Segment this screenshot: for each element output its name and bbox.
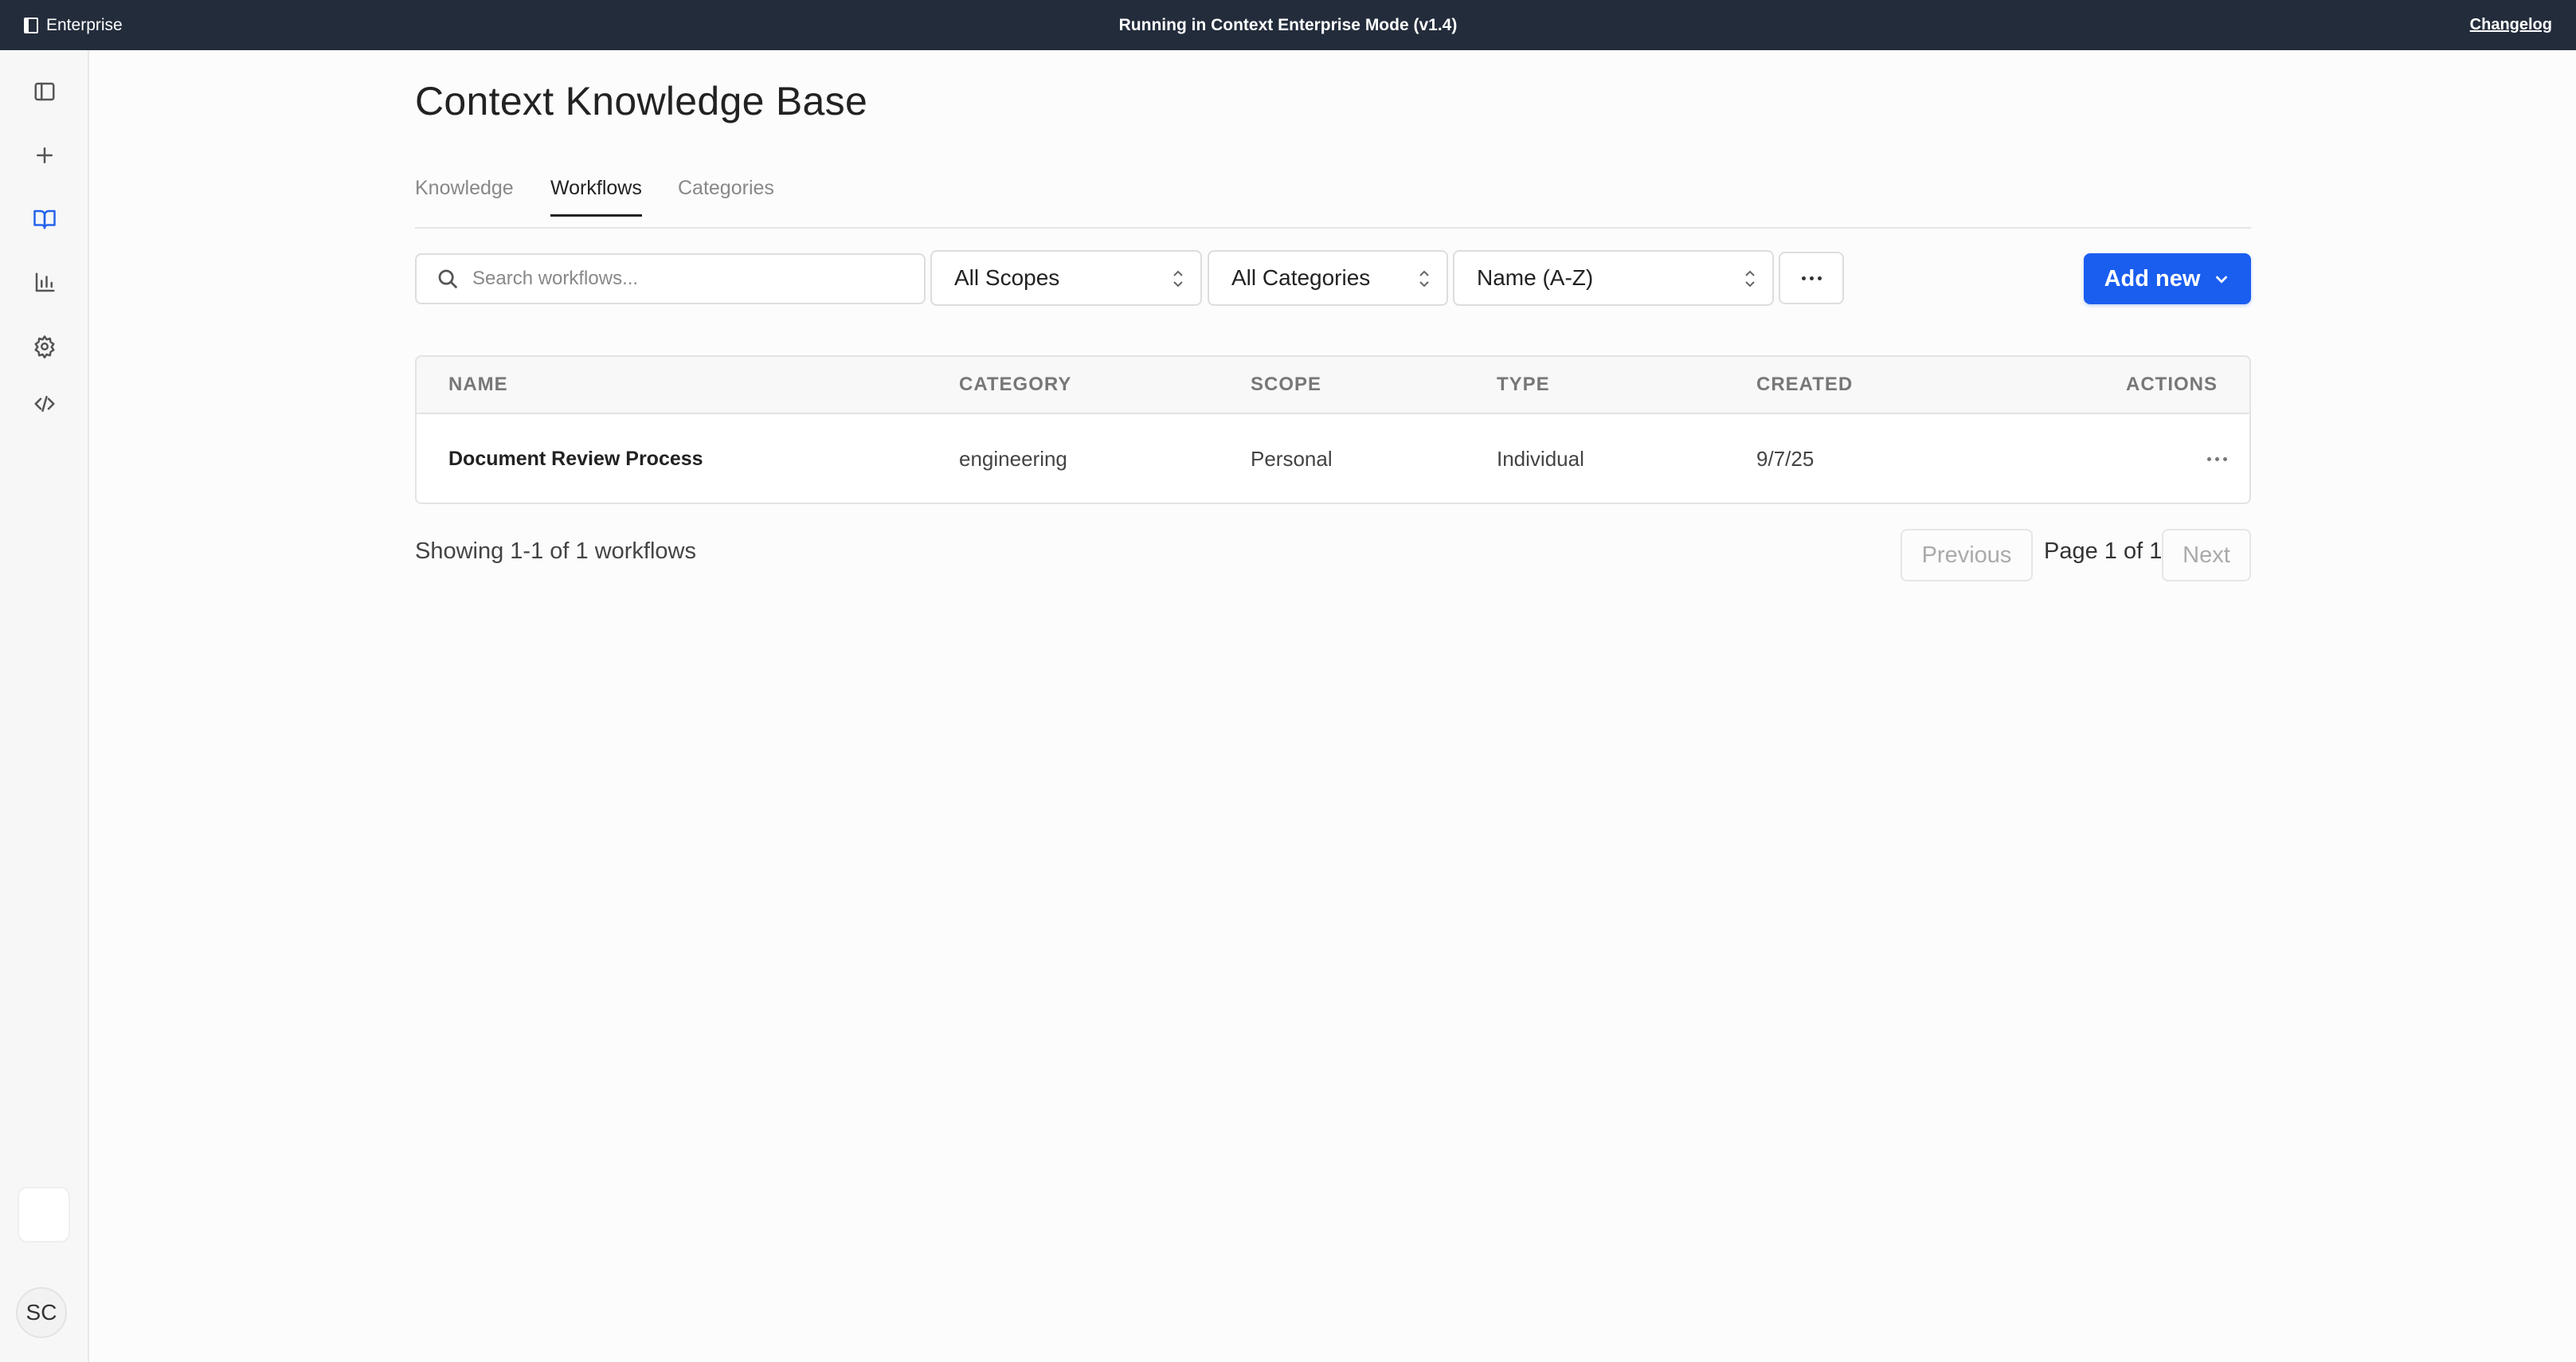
table-header: NAME CATEGORY SCOPE TYPE CREATED ACTIONS [417,357,2249,414]
search-input[interactable] [471,267,904,291]
book-icon [33,209,56,229]
next-page-button[interactable]: Next [2162,529,2251,581]
sidebar-item-analytics[interactable] [22,260,67,305]
search-icon [438,269,458,289]
sidebar-item-settings[interactable] [22,324,67,369]
column-header-created[interactable]: CREATED [1756,357,1853,413]
column-header-scope[interactable]: SCOPE [1251,357,1321,413]
top-banner: Enterprise Running in Context Enterprise… [0,0,2576,50]
bar-chart-icon [35,272,55,292]
column-header-actions: ACTIONS [2126,374,2218,395]
add-new-button[interactable]: Add new [2084,253,2251,304]
tab-categories[interactable]: Categories [678,177,774,214]
workflows-table: NAME CATEGORY SCOPE TYPE CREATED ACTIONS… [415,355,2251,504]
sidebar-item-developer[interactable] [22,382,67,426]
more-icon [2206,456,2211,461]
avatar[interactable]: SC [16,1287,67,1338]
sidebar-toggle-icon [34,82,55,101]
sidebar-item-knowledge-base[interactable] [22,197,67,241]
code-icon [34,396,55,412]
sidebar: SC [0,50,89,1362]
gear-icon [34,335,55,358]
table-row[interactable]: Document Review Process engineering Pers… [417,414,2249,503]
tab-bar: Knowledge Workflows Categories [415,171,2251,229]
tab-knowledge[interactable]: Knowledge [415,177,514,214]
search-box [415,253,926,304]
column-header-type[interactable]: TYPE [1497,357,1550,413]
page-indicator: Page 1 of 1 [2044,538,2163,564]
tab-workflows[interactable]: Workflows [550,177,642,217]
new-item-button[interactable] [22,133,67,178]
cell-type: Individual [1497,447,1584,471]
column-header-category[interactable]: CATEGORY [959,357,1071,413]
plus-icon [37,147,53,163]
scope-select-value: All Scopes [954,265,1060,290]
scope-select[interactable]: All Scopes [930,250,1202,306]
sort-select-value: Name (A-Z) [1477,265,1594,290]
cell-category: engineering [959,447,1067,471]
cell-scope: Personal [1251,447,1333,471]
chevron-up-down-icon [1418,268,1431,290]
sidebar-toggle-button[interactable] [22,69,67,114]
changelog-link[interactable]: Changelog [2470,0,2552,50]
sidebar-blank-slot[interactable] [18,1187,70,1243]
mode-banner-text: Running in Context Enterprise Mode (v1.4… [1118,15,1458,34]
more-options-button[interactable] [1779,252,1844,304]
add-new-label: Add new [2104,265,2201,292]
column-header-name[interactable]: NAME [448,357,508,413]
results-count: Showing 1-1 of 1 workflows [415,538,696,564]
more-icon [1801,276,1806,280]
cell-created: 9/7/25 [1756,447,1815,471]
cell-name[interactable]: Document Review Process [448,414,703,503]
chevron-up-down-icon [1172,268,1184,290]
previous-page-button[interactable]: Previous [1901,529,2033,581]
category-select[interactable]: All Categories [1208,250,1448,306]
chevron-down-icon [2216,276,2228,284]
chevron-up-down-icon [1744,268,1756,290]
category-select-value: All Categories [1231,265,1371,290]
row-actions-button[interactable] [2185,443,2249,475]
page-title: Context Knowledge Base [415,79,868,123]
sort-select[interactable]: Name (A-Z) [1453,250,1774,306]
